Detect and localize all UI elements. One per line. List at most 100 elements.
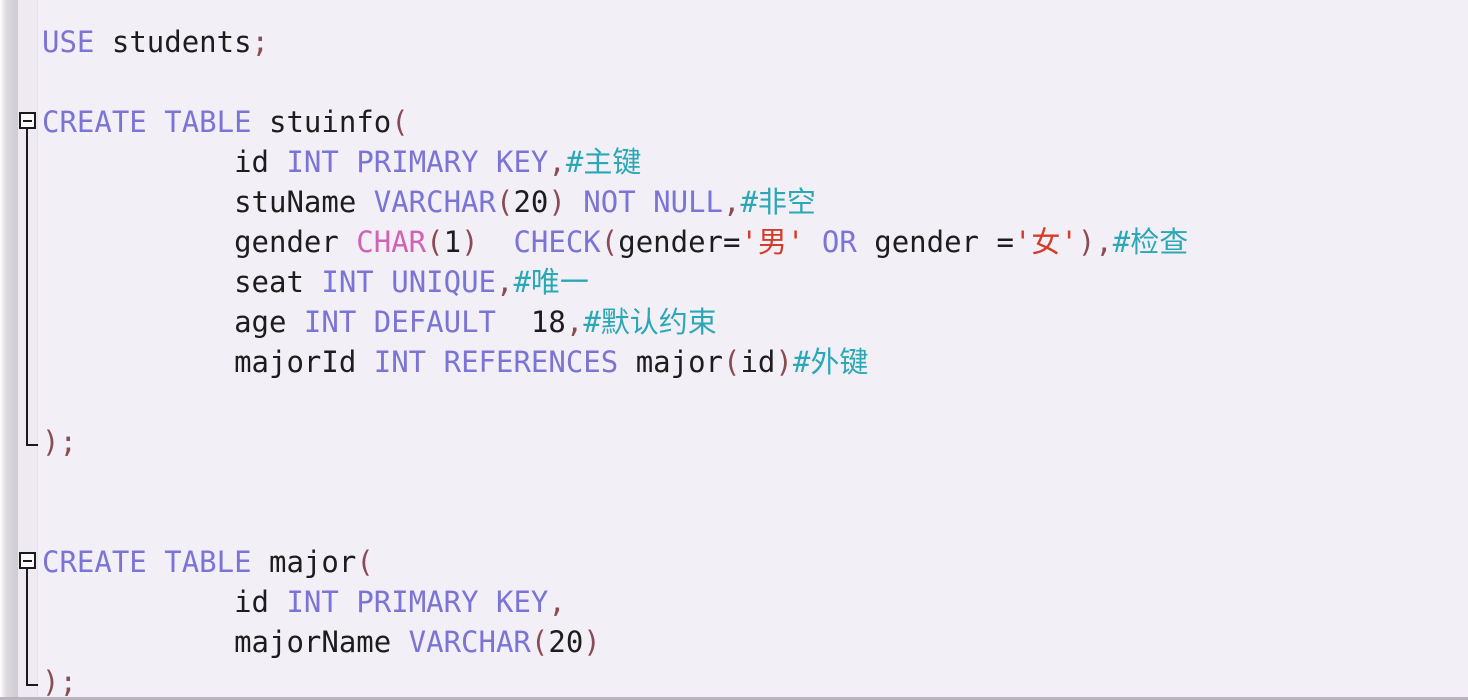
code-token: , (548, 585, 566, 619)
code-token: , (496, 265, 514, 299)
code-token: NULL (653, 185, 723, 219)
code-token: INT (286, 145, 339, 179)
code-token: PRIMARY (356, 585, 479, 619)
code-token: ( (723, 345, 741, 379)
code-line[interactable]: gender CHAR(1) CHECK(gender='男' OR gende… (42, 222, 1188, 262)
code-token: #默认约束 (583, 305, 717, 339)
code-token: gender = (874, 225, 1014, 259)
code-token: gender (234, 225, 339, 259)
code-token: ; (251, 25, 270, 59)
code-token: ; (59, 665, 77, 699)
code-token: majorName (234, 625, 392, 659)
code-token: 20 (513, 185, 549, 219)
code-token: KEY (496, 145, 549, 179)
code-token: 1 (443, 225, 462, 259)
code-token: students (111, 25, 252, 59)
code-token: id (234, 145, 269, 179)
code-token: ( (426, 225, 444, 259)
code-token: , (1095, 225, 1113, 259)
code-token: CREATE (42, 545, 147, 579)
code-token: ) (461, 225, 479, 259)
code-token: gender= (618, 225, 741, 259)
code-line[interactable]: age INT DEFAULT 18,#默认约束 (42, 302, 717, 342)
code-token: id (234, 585, 269, 619)
code-token: USE (42, 25, 95, 59)
code-line[interactable]: id INT PRIMARY KEY,#主键 (42, 142, 641, 182)
code-token: #唯一 (513, 265, 589, 299)
fold-bracket-line-major-block (26, 569, 28, 684)
code-token: age (234, 305, 287, 339)
fold-bracket-foot-stuinfo-block (26, 444, 38, 446)
code-token: REFERENCES (443, 345, 619, 379)
code-token: major (269, 545, 357, 579)
code-token: ( (495, 185, 514, 219)
code-line[interactable]: id INT PRIMARY KEY, (42, 582, 566, 622)
fold-bracket-foot-major-block (26, 684, 38, 686)
code-token: INT (373, 345, 427, 379)
code-line[interactable]: majorName VARCHAR(20) (42, 622, 601, 662)
code-token: ) (42, 665, 60, 699)
code-line[interactable]: USE students; (42, 22, 269, 62)
code-token: TABLE (164, 105, 252, 139)
code-token: DEFAULT (373, 305, 496, 339)
code-token: major (635, 345, 723, 379)
code-content-area[interactable]: USE students; CREATE TABLE stuinfo( id IN… (0, 0, 1468, 697)
code-line[interactable]: seat INT UNIQUE,#唯一 (42, 262, 589, 302)
code-token: CREATE (42, 105, 147, 139)
code-line[interactable]: ); (42, 662, 77, 699)
code-token: VARCHAR (408, 625, 531, 659)
code-token: #检查 (1112, 225, 1189, 259)
sql-code-editor[interactable]: USE students; CREATE TABLE stuinfo( id IN… (0, 0, 1468, 700)
code-line[interactable]: CREATE TABLE stuinfo( (42, 102, 409, 142)
code-line[interactable]: CREATE TABLE major( (42, 542, 374, 582)
code-line[interactable]: majorId INT REFERENCES major(id)#外键 (42, 342, 868, 382)
code-token: majorId (234, 345, 357, 379)
code-token: ) (775, 345, 793, 379)
code-line[interactable]: stuName VARCHAR(20) NOT NULL,#非空 (42, 182, 816, 222)
fold-toggle-stuinfo-block[interactable] (19, 112, 36, 129)
code-token: 20 (548, 625, 584, 659)
code-token: , (565, 305, 584, 339)
code-token: , (548, 145, 566, 179)
code-token: id (740, 345, 776, 379)
code-line[interactable]: ); (42, 422, 77, 462)
code-token: NOT (583, 185, 636, 219)
code-token: ; (59, 425, 77, 459)
code-token: OR (821, 225, 857, 259)
fold-toggle-major-block[interactable] (19, 552, 36, 569)
code-token: 18 (530, 305, 566, 339)
code-token: #主键 (565, 145, 642, 179)
code-token: stuinfo (269, 105, 392, 139)
code-token: '男' (740, 225, 805, 259)
code-token: UNIQUE (391, 265, 496, 299)
code-token: TABLE (164, 545, 252, 579)
code-token: ) (1077, 225, 1096, 259)
code-token: INT (321, 265, 374, 299)
code-token: ( (600, 225, 619, 259)
code-token: INT (286, 585, 339, 619)
